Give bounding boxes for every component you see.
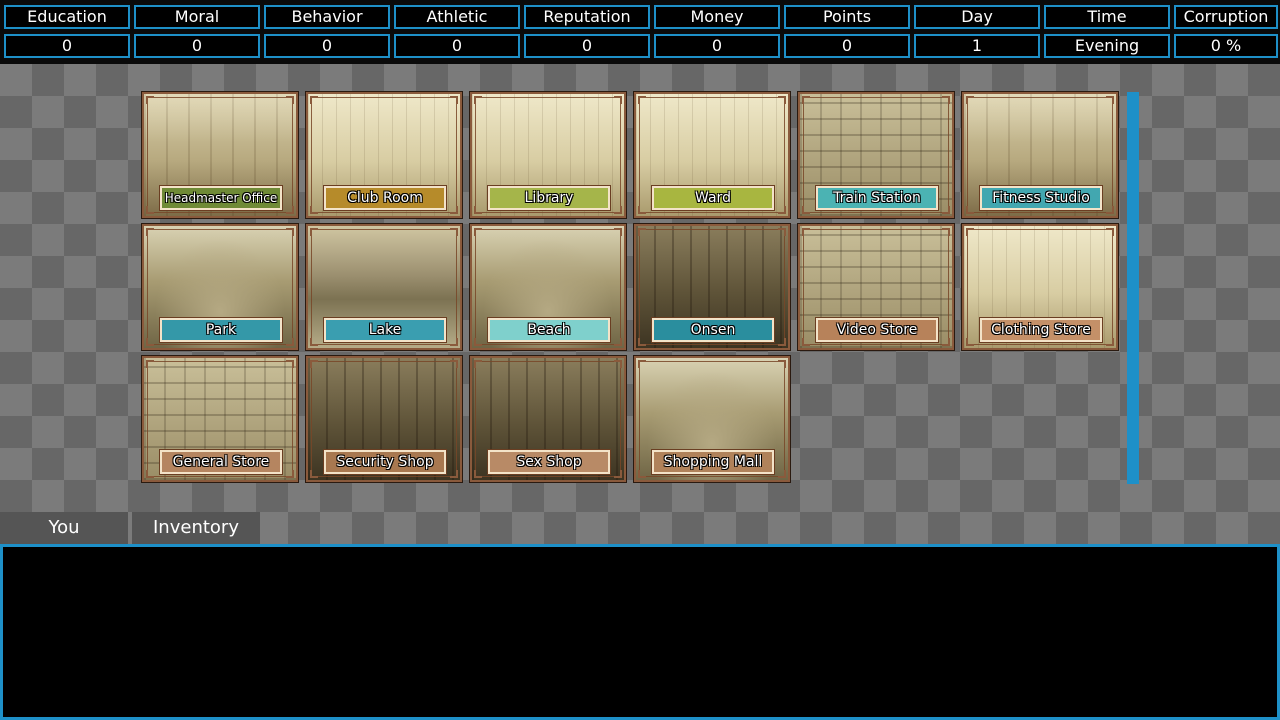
- stat-label: Day: [914, 5, 1040, 29]
- stat-value: 0: [784, 34, 910, 58]
- location-label: Beach: [487, 317, 611, 343]
- stat-label: Time: [1044, 5, 1170, 29]
- location-security-shop[interactable]: Security Shop: [305, 355, 463, 483]
- stat-education: Education 0: [0, 0, 130, 64]
- location-sex-shop[interactable]: Sex Shop: [469, 355, 627, 483]
- location-label: Sex Shop: [487, 449, 611, 475]
- location-label: Clothing Store: [979, 317, 1103, 343]
- stat-label: Moral: [134, 5, 260, 29]
- stat-reputation: Reputation 0: [520, 0, 650, 64]
- stats-bar: Education 0 Moral 0 Behavior 0 Athletic …: [0, 0, 1280, 64]
- stat-points: Points 0: [780, 0, 910, 64]
- stat-label: Corruption: [1174, 5, 1278, 29]
- stat-label: Behavior: [264, 5, 390, 29]
- stat-day: Day 1: [910, 0, 1040, 64]
- stat-label: Athletic: [394, 5, 520, 29]
- stat-corruption: Corruption 0 %: [1170, 0, 1280, 64]
- stat-label: Reputation: [524, 5, 650, 29]
- location-library[interactable]: Library: [469, 91, 627, 219]
- stat-athletic: Athletic 0: [390, 0, 520, 64]
- stat-value: 0: [524, 34, 650, 58]
- location-beach[interactable]: Beach: [469, 223, 627, 351]
- location-shopping-mall[interactable]: Shopping Mall: [633, 355, 791, 483]
- location-onsen[interactable]: Onsen: [633, 223, 791, 351]
- location-label: Library: [487, 185, 611, 211]
- location-label: Park: [159, 317, 283, 343]
- stat-value: 0: [4, 34, 130, 58]
- stat-money: Money 0: [650, 0, 780, 64]
- stat-label: Education: [4, 5, 130, 29]
- stat-value: 0: [134, 34, 260, 58]
- stat-value: 1: [914, 34, 1040, 58]
- stat-value: Evening: [1044, 34, 1170, 58]
- stat-value: 0: [654, 34, 780, 58]
- location-grid: Headmaster Office Club Room Library Ward…: [141, 91, 1124, 486]
- location-label: Onsen: [651, 317, 775, 343]
- location-clothing-store[interactable]: Clothing Store: [961, 223, 1119, 351]
- location-label: Lake: [323, 317, 447, 343]
- location-label: General Store: [159, 449, 283, 475]
- stat-value: 0 %: [1174, 34, 1278, 58]
- location-fitness-studio[interactable]: Fitness Studio: [961, 91, 1119, 219]
- text-box: [0, 544, 1280, 720]
- location-video-store[interactable]: Video Store: [797, 223, 955, 351]
- stat-time: Time Evening: [1040, 0, 1170, 64]
- stat-label: Points: [784, 5, 910, 29]
- stat-moral: Moral 0: [130, 0, 260, 64]
- location-label: Fitness Studio: [979, 185, 1103, 211]
- location-label: Headmaster Office: [159, 185, 283, 211]
- tab-inventory[interactable]: Inventory: [132, 512, 260, 544]
- location-scrollbar[interactable]: [1127, 92, 1139, 484]
- tab-you[interactable]: You: [0, 512, 128, 544]
- stat-value: 0: [264, 34, 390, 58]
- location-label: Train Station: [815, 185, 939, 211]
- stat-value: 0: [394, 34, 520, 58]
- location-label: Video Store: [815, 317, 939, 343]
- stat-behavior: Behavior 0: [260, 0, 390, 64]
- location-label: Club Room: [323, 185, 447, 211]
- location-label: Security Shop: [323, 449, 447, 475]
- location-park[interactable]: Park: [141, 223, 299, 351]
- location-label: Shopping Mall: [651, 449, 775, 475]
- location-club-room[interactable]: Club Room: [305, 91, 463, 219]
- location-train-station[interactable]: Train Station: [797, 91, 955, 219]
- location-label: Ward: [651, 185, 775, 211]
- location-general-store[interactable]: General Store: [141, 355, 299, 483]
- location-headmaster-office[interactable]: Headmaster Office: [141, 91, 299, 219]
- stat-label: Money: [654, 5, 780, 29]
- location-ward[interactable]: Ward: [633, 91, 791, 219]
- location-lake[interactable]: Lake: [305, 223, 463, 351]
